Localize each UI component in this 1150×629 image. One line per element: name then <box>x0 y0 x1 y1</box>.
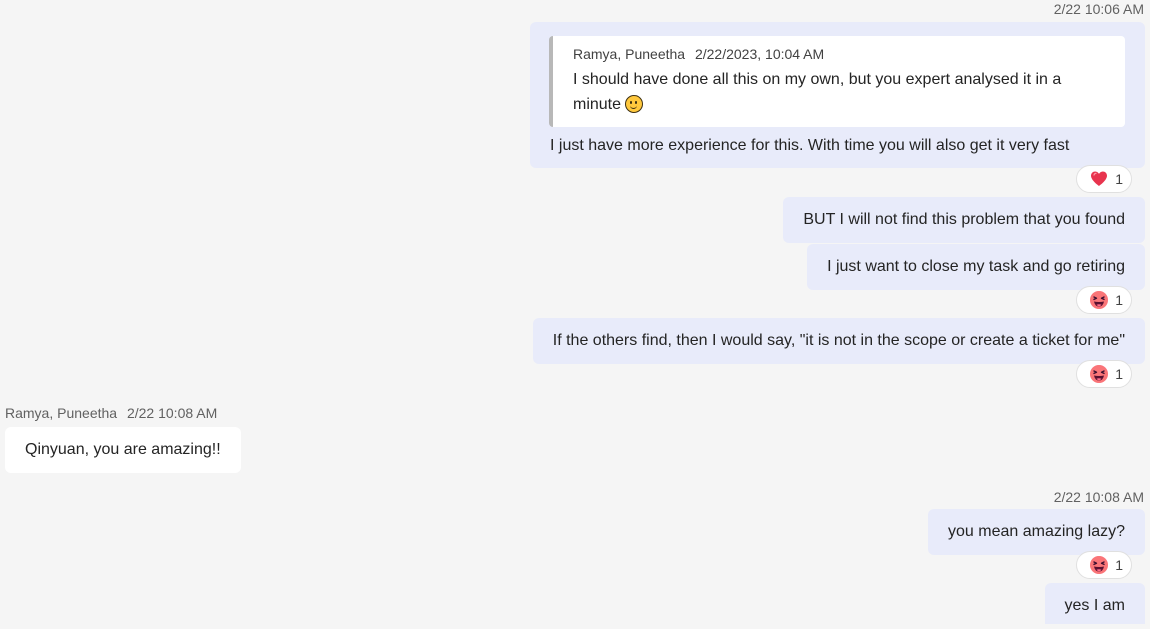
incoming-message-bubble[interactable]: Qinyuan, you are amazing!! <box>5 427 241 473</box>
laughing-face-icon <box>1090 291 1109 309</box>
reaction-pill[interactable]: 1 <box>1076 360 1132 388</box>
reaction-count: 1 <box>1115 292 1123 308</box>
message-text: I just have more experience for this. Wi… <box>550 137 1070 154</box>
quoted-text: I should have done all this on my own, b… <box>573 71 1062 113</box>
laughing-face-icon <box>1090 365 1109 383</box>
message-bubble[interactable]: If the others find, then I would say, "i… <box>532 318 1145 364</box>
reaction-count: 1 <box>1115 557 1123 573</box>
reaction-count: 1 <box>1115 171 1123 187</box>
reaction-count: 1 <box>1115 366 1123 382</box>
quoted-date: 2/22/2023, 10:04 AM <box>694 46 825 62</box>
slightly-smiling-face-icon <box>625 95 644 113</box>
message-bubble[interactable]: I just want to close my task and go reti… <box>807 244 1145 290</box>
heart-icon <box>1091 171 1108 186</box>
reaction-pill[interactable]: 1 <box>1076 551 1132 579</box>
message-bubble[interactable]: you mean amazing lazy? <box>928 509 1145 555</box>
message-bubble[interactable]: BUT I will not find this problem that yo… <box>783 197 1145 243</box>
sender-name: Ramya, Puneetha <box>5 405 118 421</box>
sender-header: Ramya, Puneetha 2/22 10:08 AM <box>5 405 217 421</box>
sender-time: 2/22 10:08 AM <box>126 405 218 421</box>
message-timestamp: 2/22 10:08 AM <box>1053 489 1144 505</box>
quoted-author: Ramya, Puneetha <box>573 46 686 62</box>
message-timestamp: 2/22 10:06 AM <box>1053 1 1144 17</box>
message-bubble[interactable]: yes I am <box>1044 583 1145 624</box>
laughing-face-icon <box>1090 556 1109 574</box>
quoted-message[interactable]: Ramya, Puneetha 2/22/2023, 10:04 AM I sh… <box>549 36 1125 127</box>
reaction-pill[interactable]: 1 <box>1076 286 1132 314</box>
reaction-pill[interactable]: 1 <box>1076 165 1132 193</box>
